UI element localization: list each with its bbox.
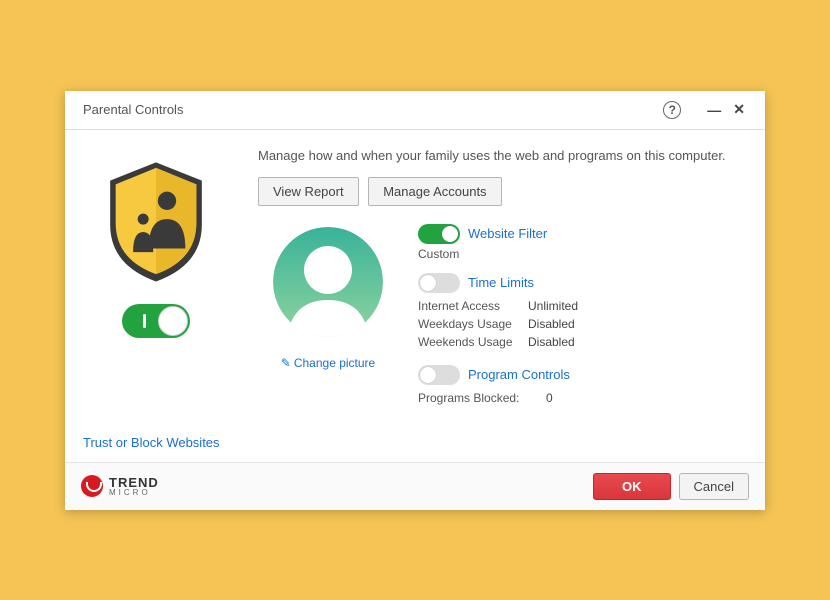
program-controls-table: Programs Blocked: 0 xyxy=(418,389,747,407)
avatar-column: ✎ Change picture xyxy=(258,222,398,421)
left-column xyxy=(83,148,228,421)
ok-button[interactable]: OK xyxy=(593,473,671,500)
manage-accounts-button[interactable]: Manage Accounts xyxy=(368,177,501,206)
settings-column: Website Filter Custom Time Limits Intern… xyxy=(398,222,747,421)
master-toggle[interactable] xyxy=(122,304,190,338)
profile-row: ✎ Change picture Website Filter Custom T… xyxy=(258,222,747,421)
website-filter-row: Website Filter xyxy=(418,224,747,244)
time-limits-row: Time Limits xyxy=(418,273,747,293)
titlebar: Parental Controls ? — ✕ xyxy=(65,91,765,130)
table-row: Programs Blocked: 0 xyxy=(418,389,747,407)
parental-controls-window: Parental Controls ? — ✕ Manage how and w… xyxy=(65,91,765,510)
time-limits-table: Internet Access Unlimited Weekdays Usage… xyxy=(418,297,747,351)
minimize-icon[interactable]: — xyxy=(701,102,727,118)
window-title: Parental Controls xyxy=(83,102,183,117)
pencil-icon: ✎ xyxy=(281,356,291,370)
website-filter-link[interactable]: Website Filter xyxy=(468,226,547,241)
table-row: Weekdays Usage Disabled xyxy=(418,315,747,333)
brand-logo: TREND MICRO xyxy=(81,475,159,497)
right-column: Manage how and when your family uses the… xyxy=(228,148,747,421)
time-limits-link[interactable]: Time Limits xyxy=(468,275,534,290)
footer: TREND MICRO OK Cancel xyxy=(65,462,765,510)
action-buttons: View Report Manage Accounts xyxy=(258,177,747,206)
program-controls-row: Program Controls xyxy=(418,365,747,385)
help-icon[interactable]: ? xyxy=(663,101,681,119)
close-icon[interactable]: ✕ xyxy=(727,101,751,118)
brand-line1: TREND xyxy=(109,476,159,489)
change-picture-label: Change picture xyxy=(294,356,375,370)
program-controls-link[interactable]: Program Controls xyxy=(468,367,570,382)
website-filter-toggle[interactable] xyxy=(418,224,460,244)
table-row: Weekends Usage Disabled xyxy=(418,333,747,351)
family-shield-icon xyxy=(101,156,211,286)
trend-logo-icon xyxy=(81,475,103,497)
view-report-button[interactable]: View Report xyxy=(258,177,359,206)
table-row: Internet Access Unlimited xyxy=(418,297,747,315)
description-text: Manage how and when your family uses the… xyxy=(258,148,747,163)
change-picture-link[interactable]: ✎ Change picture xyxy=(281,356,375,370)
cancel-button[interactable]: Cancel xyxy=(679,473,749,500)
avatar-icon xyxy=(268,222,388,342)
website-filter-status: Custom xyxy=(418,247,747,261)
program-controls-toggle[interactable] xyxy=(418,365,460,385)
brand-line2: MICRO xyxy=(109,489,159,497)
content-area: Manage how and when your family uses the… xyxy=(65,130,765,435)
time-limits-toggle[interactable] xyxy=(418,273,460,293)
trust-block-link[interactable]: Trust or Block Websites xyxy=(65,435,765,462)
